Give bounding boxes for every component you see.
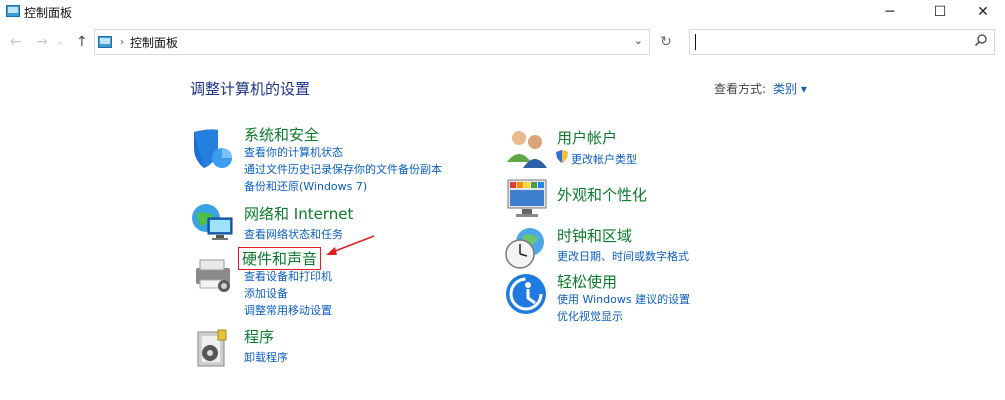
link-change-account-type[interactable]: 更改帐户类型 [571,151,637,167]
window-title: 控制面板 [24,6,73,20]
link-add-device[interactable]: 添加设备 [244,285,288,301]
recent-locations-icon[interactable]: ⌄ [56,36,64,47]
network-globe-icon[interactable] [190,200,236,246]
back-button[interactable]: ← [10,34,22,50]
view-by-dropdown[interactable]: 类别 ▾ [773,80,807,97]
refresh-button[interactable]: ↻ [654,29,678,55]
link-devices-printers[interactable]: 查看设备和打印机 [244,268,332,284]
category-ease-of-access[interactable]: 轻松使用 [557,271,617,292]
forward-button[interactable]: → [36,34,48,50]
appearance-monitor-icon[interactable] [504,176,550,222]
category-appearance[interactable]: 外观和个性化 [557,184,647,205]
annotation-arrow-icon [326,235,375,255]
text-caret [695,34,696,50]
view-by-label: 查看方式: [714,82,767,96]
link-optimize-visual-display[interactable]: 优化视觉显示 [557,308,623,324]
ease-of-access-icon[interactable] [504,272,550,318]
category-hardware-sound[interactable]: 硬件和声音 [238,247,322,270]
printer-icon[interactable] [190,250,236,296]
title-bar: 控制面板 ─ ☐ ✕ [0,0,1005,26]
control-panel-icon [6,5,20,17]
category-clock-region[interactable]: 时钟和区域 [557,225,632,246]
programs-icon[interactable] [192,326,238,372]
breadcrumb-control-panel[interactable]: 控制面板 [130,34,178,51]
control-panel-icon [98,36,112,48]
link-uninstall-program[interactable]: 卸载程序 [244,349,288,365]
category-user-accounts[interactable]: 用户帐户 [557,127,617,148]
breadcrumb-separator[interactable]: › [120,37,124,48]
search-input[interactable] [689,29,995,55]
clock-globe-icon[interactable] [504,226,550,272]
link-file-history[interactable]: 通过文件历史记录保存你的文件备份副本 [244,161,442,177]
category-network-internet[interactable]: 网络和 Internet [244,203,353,224]
uac-shield-icon [556,150,568,163]
close-button[interactable]: ✕ [960,0,1005,24]
category-system-security[interactable]: 系统和安全 [244,124,319,145]
link-view-computer-status[interactable]: 查看你的计算机状态 [244,144,343,160]
address-dropdown-icon[interactable]: ⌄ [634,34,643,47]
up-button[interactable]: ↑ [76,34,88,50]
user-accounts-icon[interactable] [504,126,550,172]
link-backup-restore[interactable]: 备份和还原(Windows 7) [244,178,367,194]
search-icon[interactable] [974,33,988,47]
shield-icon[interactable] [190,126,236,172]
address-bar[interactable]: › 控制面板 ⌄ [94,29,650,55]
category-programs[interactable]: 程序 [244,326,274,347]
link-mobility-settings[interactable]: 调整常用移动设置 [244,302,332,318]
maximize-button[interactable]: ☐ [917,0,963,24]
link-recommended-settings[interactable]: 使用 Windows 建议的设置 [557,291,690,307]
page-title: 调整计算机的设置 [190,80,311,98]
link-change-date-time-format[interactable]: 更改日期、时间或数字格式 [557,248,689,264]
minimize-button[interactable]: ─ [867,0,913,24]
